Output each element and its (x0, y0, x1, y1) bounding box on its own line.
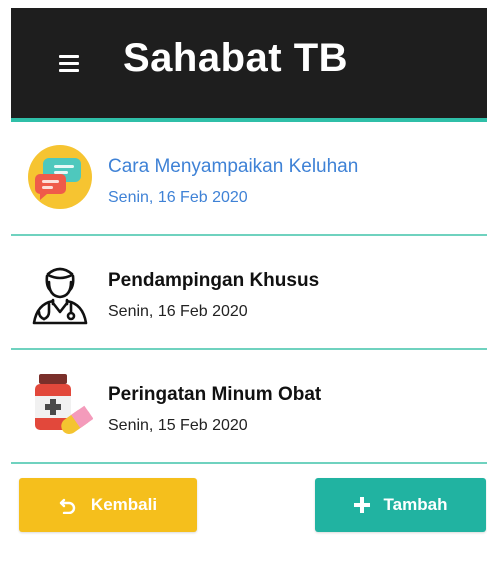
item-title: Peringatan Minum Obat (108, 384, 322, 405)
item-date: Senin, 16 Feb 2020 (108, 189, 248, 206)
back-button-label: Kembali (90, 495, 158, 514)
item-date: Senin, 16 Feb 2020 (108, 303, 248, 320)
list-item[interactable]: Peringatan Minum Obat Senin, 15 Feb 2020 (11, 350, 487, 464)
medicine-icon (27, 370, 94, 436)
app-bar: Sahabat TB (11, 8, 487, 122)
add-button-label: Tambah (383, 495, 448, 514)
plus-icon (353, 497, 370, 513)
app-title: Sahabat TB (123, 36, 349, 80)
list-item[interactable]: Pendampingan Khusus Senin, 16 Feb 2020 (11, 236, 487, 350)
list-item[interactable]: Cara Menyampaikan Keluhan Senin, 16 Feb … (11, 122, 487, 236)
doctor-icon (27, 260, 93, 326)
item-title: Cara Menyampaikan Keluhan (108, 156, 359, 177)
add-button[interactable]: Tambah (315, 478, 486, 532)
item-title: Pendampingan Khusus (108, 270, 320, 291)
info-list: Cara Menyampaikan Keluhan Senin, 16 Feb … (11, 122, 487, 464)
menu-icon[interactable] (59, 55, 79, 72)
chat-bubbles-icon (27, 144, 93, 210)
undo-icon (59, 496, 77, 514)
item-date: Senin, 15 Feb 2020 (108, 417, 248, 434)
back-button[interactable]: Kembali (19, 478, 197, 532)
